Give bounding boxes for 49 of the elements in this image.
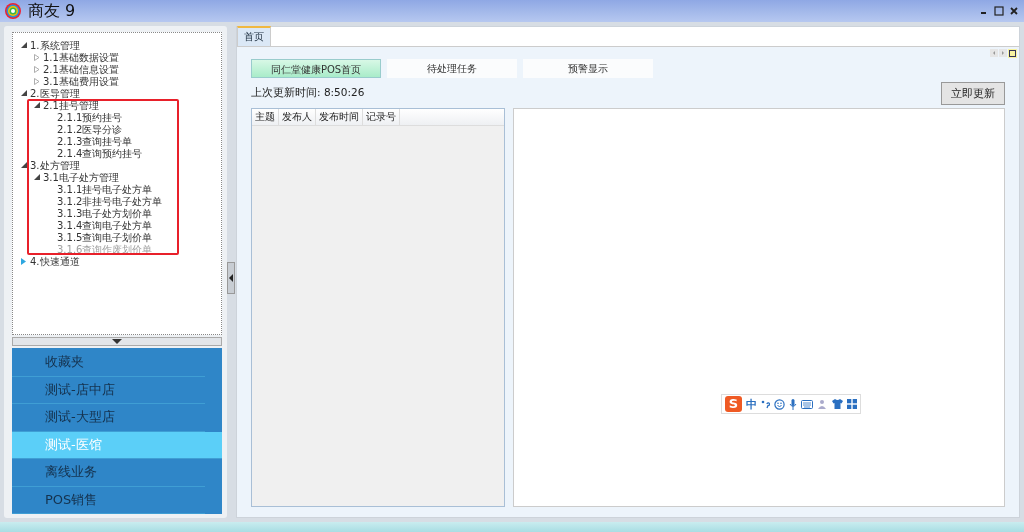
tree-item[interactable]: 2.1挂号管理 [43,99,99,111]
expanded-arrow-icon[interactable] [33,102,40,108]
tab[interactable]: 首页 [237,26,271,46]
keyboard-icon[interactable] [801,399,813,409]
column-header[interactable]: 发布人 [279,109,316,125]
logo-icon [4,2,22,20]
tree-item[interactable]: 2.医导管理 [30,87,80,99]
refresh-button[interactable]: 立即更新 [941,81,1005,105]
expanded-arrow-icon[interactable] [20,42,27,48]
collapsed-arrow-icon[interactable] [20,257,27,265]
tree-item[interactable]: 2.1基础信息设置 [43,63,119,75]
splitter-handle[interactable] [227,262,235,294]
column-header[interactable]: 记录号 [363,109,400,125]
shirt-icon[interactable] [832,399,843,409]
tree-item[interactable]: 3.处方管理 [30,159,80,171]
window-title: 商友 9 [28,0,76,22]
grid-icon[interactable] [847,399,857,409]
maximize-icon[interactable] [994,6,1004,16]
tree-item[interactable]: 1.系统管理 [30,39,80,51]
tree-item[interactable]: 1.1基础数据设置 [43,51,119,63]
tree-item[interactable]: 3.1.3电子处方划价单 [56,207,153,219]
microphone-icon[interactable] [789,398,797,410]
tree-item[interactable]: 3.1电子处方管理 [43,171,119,183]
tab[interactable]: 预警显示 [523,59,653,78]
expanded-arrow-icon[interactable] [20,162,27,168]
tree-item[interactable]: 3.1基础费用设置 [43,75,119,87]
tree-item[interactable]: 3.1.4查询电子处方单 [56,219,153,231]
expanded-arrow-icon[interactable] [20,90,27,96]
close-icon[interactable] [1010,7,1018,15]
tree-item[interactable]: 3.1.1挂号电子处方单 [56,183,153,195]
tree-item[interactable]: 3.1.2非挂号电子处方单 [56,195,163,207]
tree-item[interactable]: 2.1.3查询挂号单 [56,135,133,147]
tab[interactable]: 待处理任务 [387,59,517,78]
column-header[interactable]: 主题 [252,109,279,125]
expanded-arrow-icon[interactable] [33,174,40,180]
collapse-arrow-icon[interactable] [229,274,233,282]
last-update-text: 上次更新时间: 8:50:26 [251,86,365,100]
tree-item[interactable]: 2.1.2医导分诊 [56,123,123,135]
window-list-icon[interactable] [1008,49,1017,58]
tree-item[interactable]: 2.1.1预约挂号 [56,111,123,123]
column-header[interactable]: 发布时间 [316,109,363,125]
tree-item[interactable]: 3.1.5查询电子划价单 [56,231,153,243]
tree-item[interactable]: 2.1.4查询预约挂号 [56,147,143,159]
tree-item[interactable]: 4.快速通道 [30,255,80,267]
smiley-icon[interactable] [774,398,785,410]
ime-mode[interactable]: 中 [746,396,757,412]
punctuation-icon[interactable] [761,399,770,409]
tab[interactable]: 同仁堂健康POS首页 [251,59,381,78]
caret-icon[interactable] [112,339,122,345]
